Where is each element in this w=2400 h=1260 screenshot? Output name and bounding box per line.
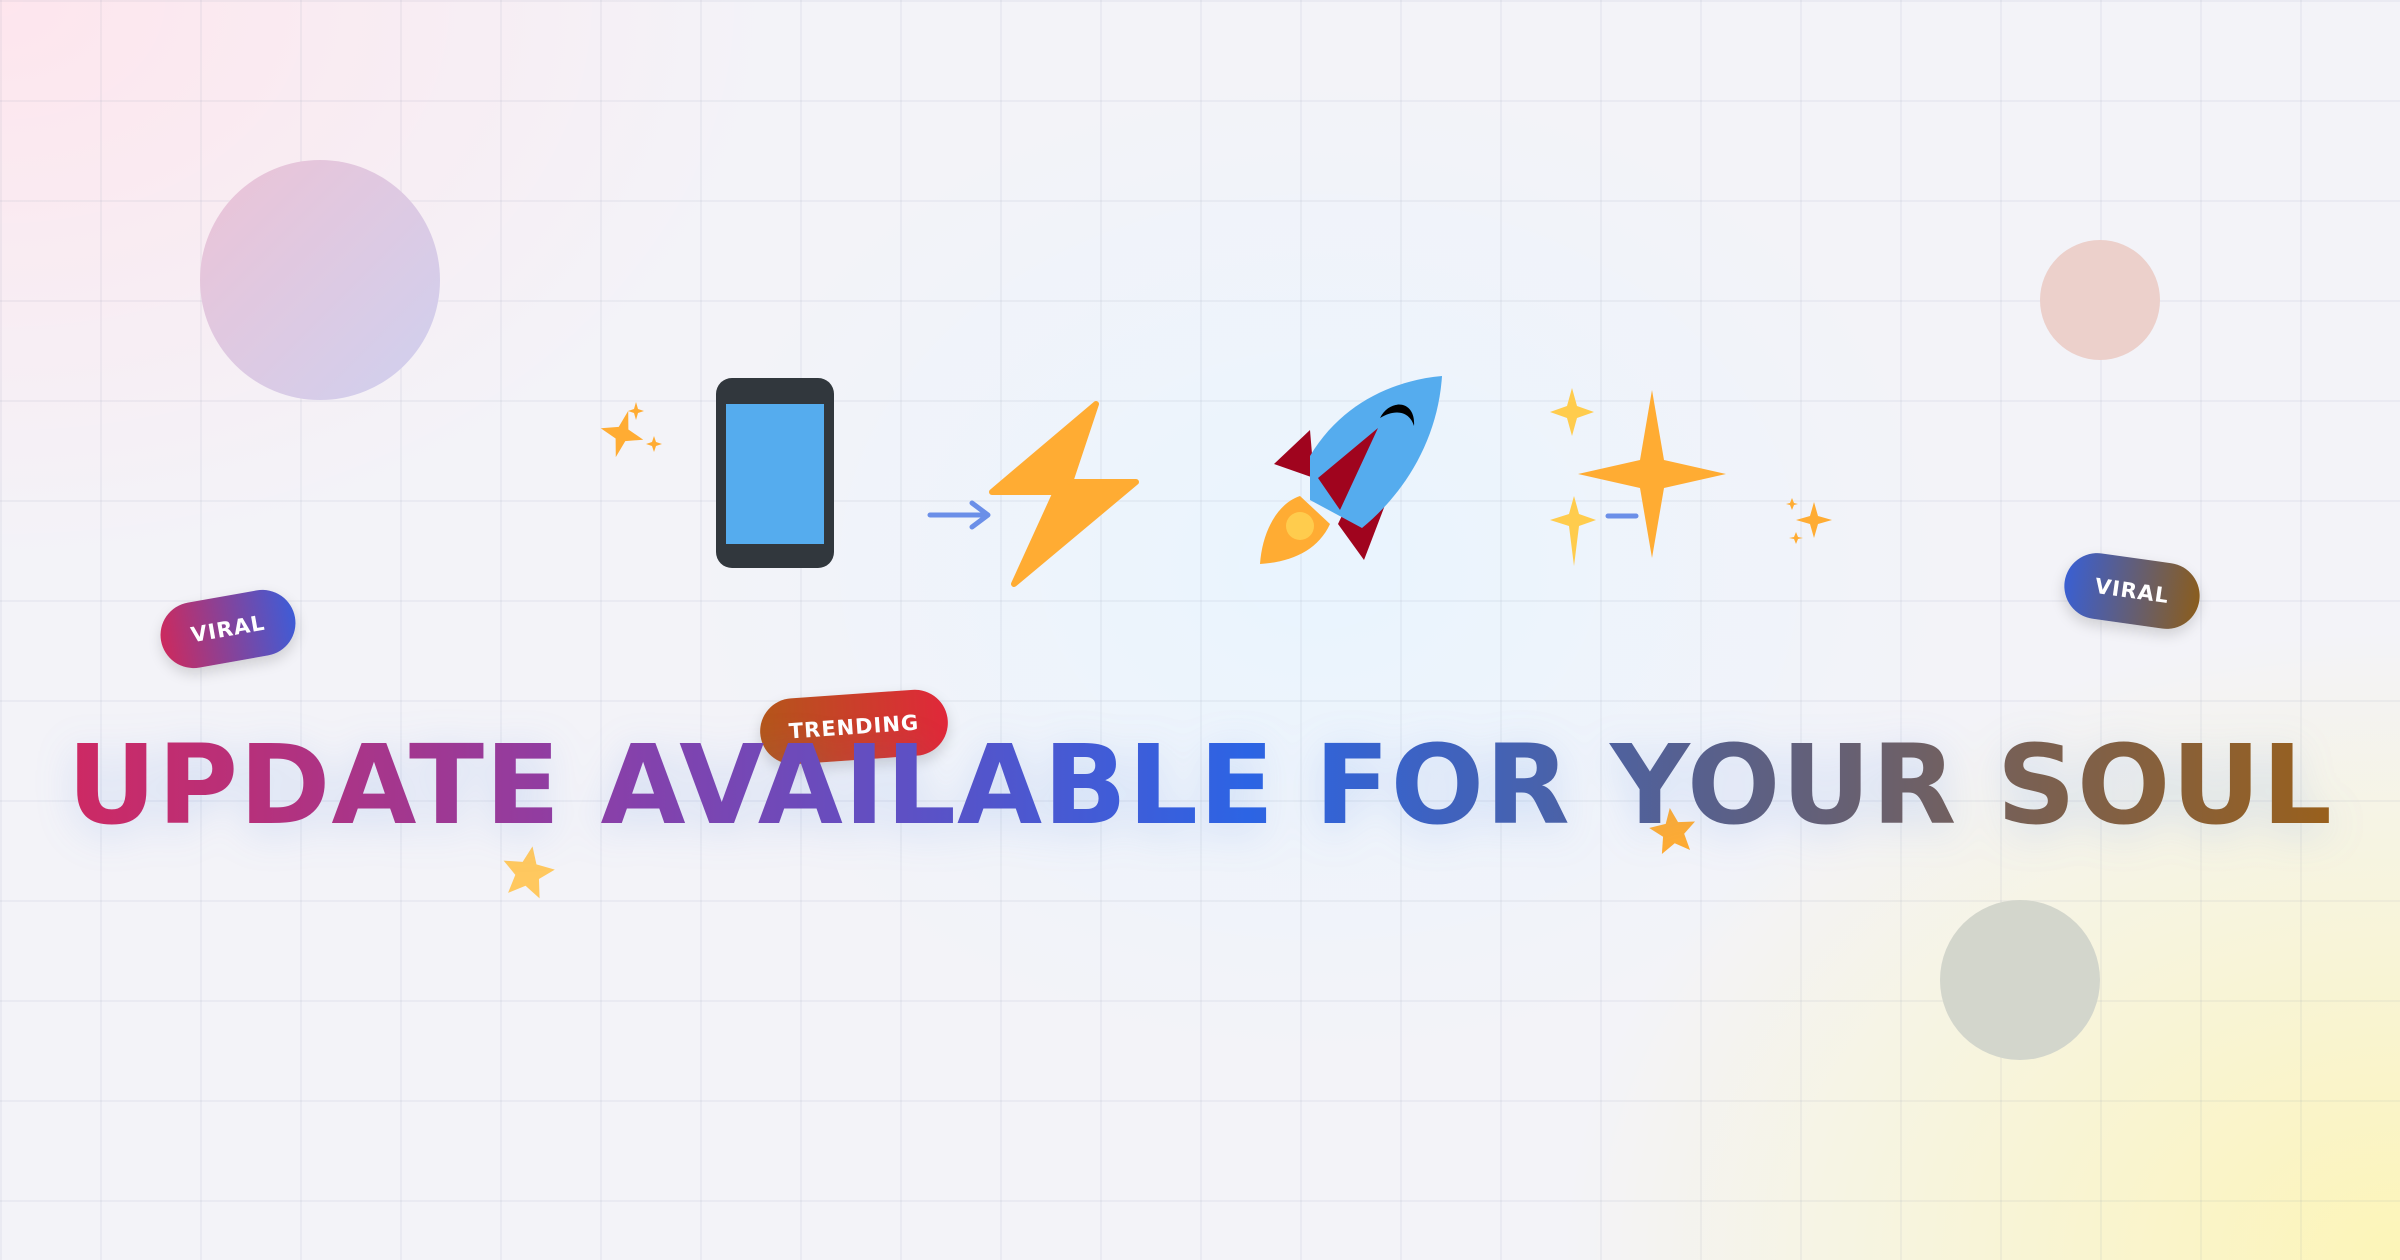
lightning-bolt-icon	[984, 400, 1140, 587]
decorative-circle	[2040, 240, 2160, 360]
decorative-circle	[200, 160, 440, 400]
arrow-right-icon	[927, 500, 992, 530]
decorative-circle	[1940, 900, 2100, 1060]
mobile-phone-icon	[716, 378, 834, 568]
banner-canvas: { "headline": "UPDATE AVAILABLE FOR YOUR…	[0, 0, 2400, 1260]
rocket-icon	[1256, 374, 1446, 566]
sparkles-icon	[596, 400, 666, 470]
sparkles-icon	[1786, 496, 1838, 552]
sparkles-icon	[1540, 384, 1730, 574]
arrow-right-icon	[1605, 506, 1642, 526]
headline: UPDATE AVAILABLE FOR YOUR SOUL	[0, 710, 2400, 860]
